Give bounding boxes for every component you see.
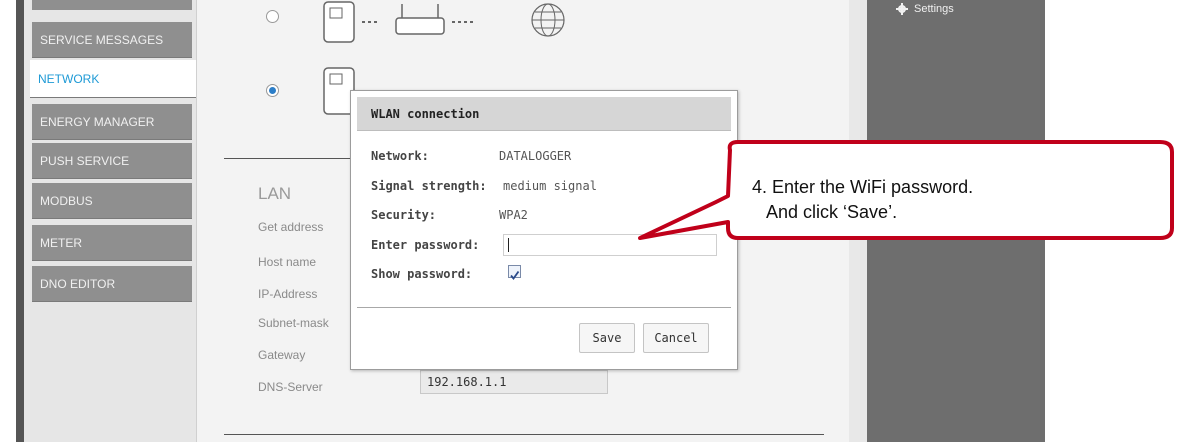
instruction-callout [638, 140, 1174, 240]
callout-text: 4. Enter the WiFi password. And click ‘S… [752, 175, 973, 225]
callout-line-1: 4. Enter the WiFi password. [752, 177, 974, 197]
callout-line-2: And click ‘Save’. [752, 202, 898, 222]
